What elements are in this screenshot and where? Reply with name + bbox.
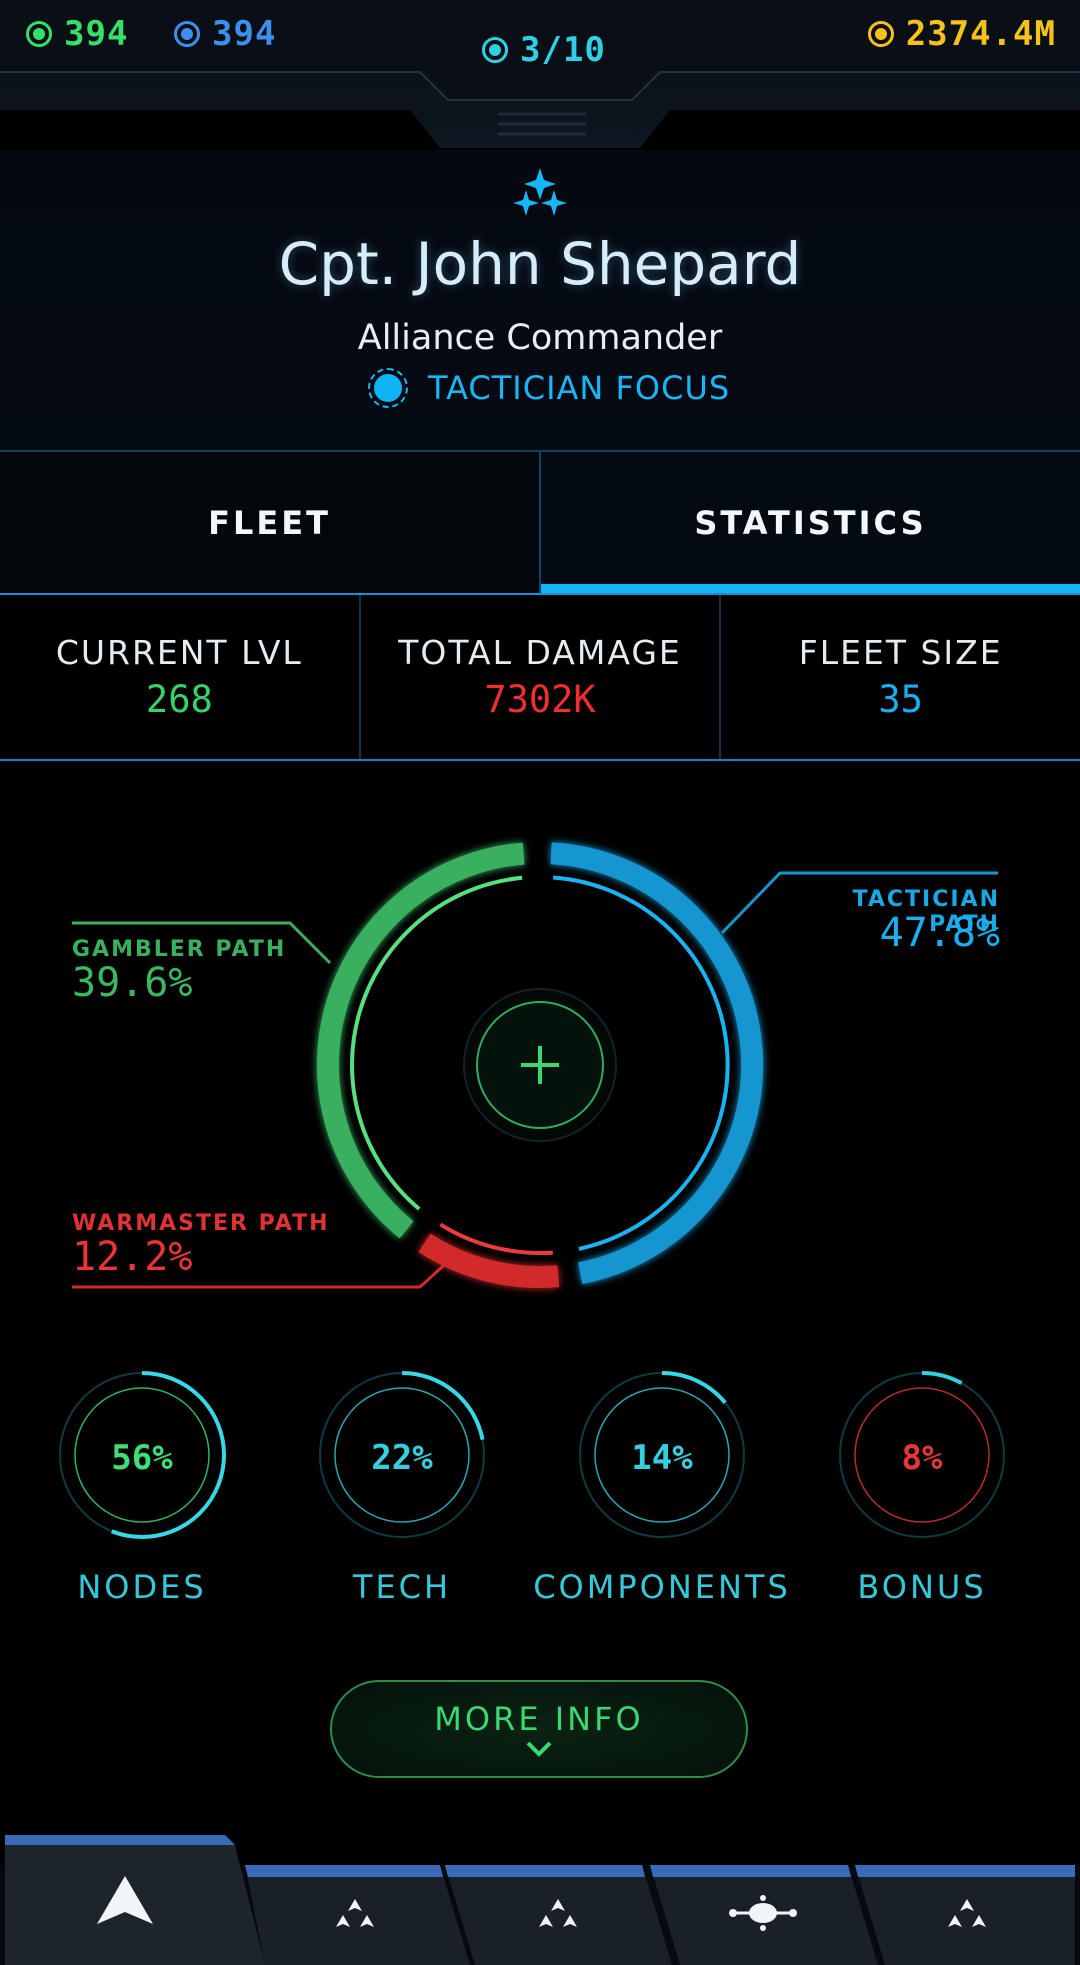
- stat-value: 268: [145, 678, 213, 721]
- warmaster-path-value: 12.2%: [72, 1234, 193, 1280]
- captain-name: Cpt. John Shepard: [278, 230, 802, 298]
- stat-label: TOTAL DAMAGE: [398, 633, 682, 672]
- nav-tab-fleet-2[interactable]: [503, 1845, 613, 1965]
- focus-orb-icon: [368, 368, 408, 408]
- stat-total-damage: TOTAL DAMAGE 7302K: [358, 595, 720, 759]
- meter-label: COMPONENTS: [533, 1568, 791, 1606]
- meter-value: 22%: [371, 1438, 433, 1478]
- more-info-label: MORE INFO: [434, 1700, 644, 1738]
- tab-fleet[interactable]: FLEET: [0, 452, 541, 593]
- gambler-path-label: GAMBLER PATH: [72, 937, 287, 962]
- wave-value: 3/10: [520, 30, 606, 70]
- meter-label: NODES: [77, 1568, 207, 1606]
- stat-label: CURRENT LVL: [55, 633, 303, 672]
- meter-value: 8%: [901, 1438, 943, 1478]
- gambler-path-value: 39.6%: [72, 960, 193, 1006]
- chevron-down-icon: [526, 1741, 552, 1757]
- more-info-button[interactable]: MORE INFO: [330, 1680, 748, 1778]
- meter-label: BONUS: [857, 1568, 987, 1606]
- green-resource-counter: 394: [26, 14, 128, 54]
- ship-arrow-icon: [97, 1876, 153, 1924]
- captain-header: Cpt. John Shepard Alliance Commander TAC…: [0, 150, 1080, 450]
- stat-fleet-size: FLEET SIZE 35: [719, 595, 1080, 759]
- stat-value: 35: [878, 678, 923, 721]
- tab-statistics[interactable]: STATISTICS: [541, 452, 1080, 593]
- wave-counter: 3/10: [482, 30, 606, 70]
- focus-label: TACTICIAN FOCUS: [428, 369, 731, 407]
- meter-label: TECH: [352, 1568, 452, 1606]
- blue-orb-icon: [174, 21, 200, 47]
- tactician-path-value: 47.8%: [879, 910, 1000, 956]
- gold-resource-value: 2374.4M: [905, 14, 1056, 54]
- meter-bonus: 8% BONUS: [792, 1370, 1052, 1620]
- rank-stars-icon: [513, 168, 567, 216]
- stat-label: FLEET SIZE: [798, 633, 1003, 672]
- nav-tab-fleet-3[interactable]: [912, 1845, 1022, 1965]
- stats-row: CURRENT LVL 268 TOTAL DAMAGE 7302K FLEET…: [0, 595, 1080, 761]
- meter-row: 56% NODES 22% TECH 14% COMPONENTS 8% BON…: [0, 1370, 1080, 1620]
- gold-coin-icon: [867, 21, 894, 47]
- warmaster-path-label: WARMASTER PATH: [72, 1211, 330, 1236]
- fleet-formation-icon: [336, 1899, 374, 1927]
- meter-value: 56%: [111, 1438, 173, 1478]
- captain-title: Alliance Commander: [357, 318, 723, 358]
- tab-bar: FLEET STATISTICS: [0, 450, 1080, 595]
- stat-value: 7302K: [484, 678, 596, 721]
- galaxy-map-icon: [728, 1895, 797, 1931]
- green-orb-icon: [26, 21, 52, 47]
- stat-current-level: CURRENT LVL 268: [0, 595, 359, 759]
- path-distribution-ring: TACTICIAN PATH 47.8% GAMBLER PATH 39.6% …: [0, 765, 1080, 1325]
- meter-value: 14%: [631, 1438, 693, 1478]
- nav-tab-fleet-1[interactable]: [300, 1845, 410, 1965]
- fleet-formation-icon: [539, 1899, 577, 1927]
- meter-nodes: 56% NODES: [12, 1370, 272, 1620]
- top-resource-bar: 394 394 3/10 2374.4M: [0, 0, 1080, 150]
- gold-resource-counter: 2374.4M: [867, 14, 1056, 54]
- focus-row: TACTICIAN FOCUS: [368, 368, 730, 408]
- fleet-formation-icon: [948, 1899, 986, 1927]
- blue-resource-counter: 394: [174, 14, 276, 54]
- meter-components: 14% COMPONENTS: [532, 1370, 792, 1620]
- wave-orb-icon: [482, 37, 508, 63]
- blue-resource-value: 394: [212, 14, 277, 54]
- bottom-nav: [0, 1825, 1080, 1965]
- nav-tab-galaxy[interactable]: [705, 1843, 820, 1965]
- nav-tab-ship[interactable]: [60, 1830, 190, 1965]
- green-resource-value: 394: [64, 14, 129, 54]
- meter-tech: 22% TECH: [272, 1370, 532, 1620]
